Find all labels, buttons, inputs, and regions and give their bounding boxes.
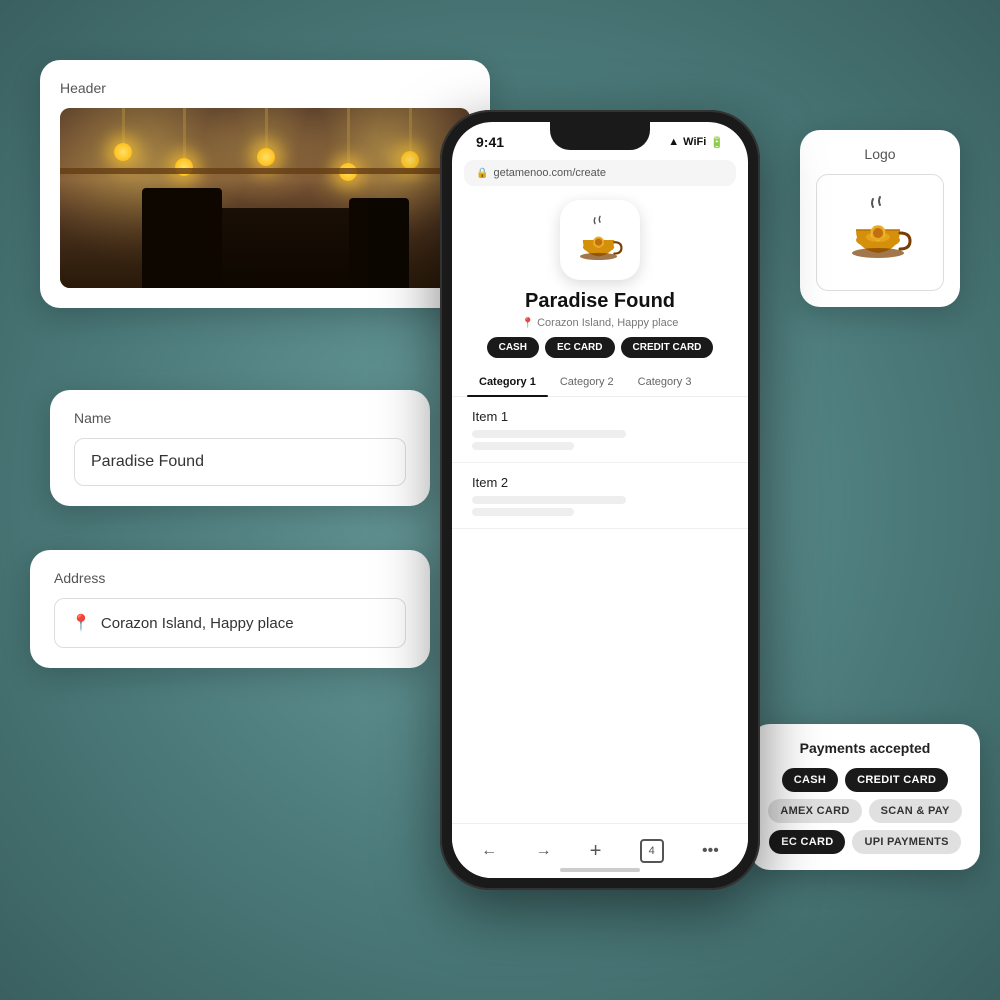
name-card-label: Name — [74, 410, 406, 426]
logo-card-label: Logo — [816, 146, 944, 162]
menu-item-2: Item 2 — [452, 463, 748, 529]
machine-right — [349, 198, 409, 288]
machine-left — [142, 188, 222, 288]
menu-item-2-name: Item 2 — [472, 475, 728, 490]
nav-tabs[interactable]: 4 — [640, 839, 664, 863]
nav-back[interactable]: ← — [481, 842, 497, 860]
menu-item-1-bar-short — [472, 442, 574, 450]
tag-cash[interactable]: CASH — [782, 768, 838, 792]
logo-card: Logo — [800, 130, 960, 307]
phone-content: Paradise Found 📍 Corazon Island, Happy p… — [452, 190, 748, 529]
bulb-wire-1 — [122, 108, 125, 148]
status-icons: ▲ WiFi 🔋 — [668, 136, 724, 149]
signal-icon: ▲ — [668, 136, 679, 148]
tag-amex[interactable]: AMEX CARD — [768, 799, 861, 823]
phone-pin-icon: 📍 — [522, 318, 534, 329]
nav-more[interactable]: ••• — [702, 842, 719, 860]
bulb-wire-2 — [183, 108, 186, 163]
phone-notch — [550, 122, 650, 150]
bulb-1 — [114, 143, 132, 161]
tab-category-2[interactable]: Category 2 — [548, 368, 626, 396]
bulb-3 — [257, 148, 275, 166]
nav-add[interactable]: + — [590, 840, 602, 863]
address-value: Corazon Island, Happy place — [101, 615, 294, 632]
phone-payment-tags: CASH EC CARD CREDIT CARD — [452, 337, 748, 368]
phone-screen: 9:41 ▲ WiFi 🔋 🔒 getamenoo.com/create — [452, 122, 748, 878]
name-card: Name Paradise Found — [50, 390, 430, 506]
phone-coffee-svg — [575, 215, 625, 265]
coffee-logo-svg — [845, 195, 915, 265]
phone-tag-credit[interactable]: CREDIT CARD — [621, 337, 714, 358]
bulb-wire-4 — [347, 108, 350, 168]
lock-icon: 🔒 — [476, 168, 488, 179]
tag-credit-card[interactable]: CREDIT CARD — [845, 768, 948, 792]
payment-tags-container: CASH CREDIT CARD AMEX CARD SCAN & PAY EC… — [768, 768, 962, 854]
battery-icon: 🔋 — [710, 136, 724, 149]
header-card: Header — [40, 60, 490, 308]
home-indicator — [560, 868, 640, 872]
category-tabs: Category 1 Category 2 Category 3 — [452, 368, 748, 397]
phone-restaurant-name: Paradise Found — [452, 290, 748, 313]
name-input[interactable]: Paradise Found — [74, 438, 406, 486]
phone-address-text: Corazon Island, Happy place — [537, 317, 678, 329]
menu-item-1: Item 1 — [452, 397, 748, 463]
url-text: getamenoo.com/create — [493, 167, 606, 179]
payments-card: Payments accepted CASH CREDIT CARD AMEX … — [750, 724, 980, 870]
tab-category-3[interactable]: Category 3 — [626, 368, 704, 396]
logo-inner — [816, 174, 944, 291]
phone-time: 9:41 — [476, 134, 504, 150]
tag-ec-card[interactable]: EC CARD — [769, 830, 845, 854]
bulb-wire-5 — [409, 108, 412, 156]
payments-card-title: Payments accepted — [768, 740, 962, 756]
phone-logo-badge — [560, 200, 640, 280]
header-card-label: Header — [60, 80, 470, 96]
bulb-5 — [401, 151, 419, 169]
nav-forward[interactable]: → — [535, 842, 551, 860]
cafe-background — [60, 108, 470, 288]
wifi-icon: WiFi — [683, 136, 706, 148]
menu-item-1-name: Item 1 — [472, 409, 728, 424]
tag-scan-pay[interactable]: SCAN & PAY — [869, 799, 962, 823]
address-card-label: Address — [54, 570, 406, 586]
bulb-wire-3 — [265, 108, 268, 153]
phone-tag-ec[interactable]: EC CARD — [545, 337, 615, 358]
header-image — [60, 108, 470, 288]
shelf — [60, 168, 470, 174]
menu-item-1-bar — [472, 430, 626, 438]
phone-tag-cash[interactable]: CASH — [487, 337, 539, 358]
tab-category-1[interactable]: Category 1 — [467, 368, 548, 396]
phone-frame: 9:41 ▲ WiFi 🔋 🔒 getamenoo.com/create — [440, 110, 760, 890]
browser-bar[interactable]: 🔒 getamenoo.com/create — [464, 160, 736, 186]
phone-logo-container — [452, 200, 748, 280]
tag-upi[interactable]: UPI PAYMENTS — [852, 830, 960, 854]
address-input[interactable]: 📍 Corazon Island, Happy place — [54, 598, 406, 648]
phone-address: 📍 Corazon Island, Happy place — [452, 317, 748, 329]
menu-item-2-bar — [472, 496, 626, 504]
pin-icon: 📍 — [71, 613, 91, 633]
menu-item-2-bar-short — [472, 508, 574, 516]
address-card: Address 📍 Corazon Island, Happy place — [30, 550, 430, 668]
